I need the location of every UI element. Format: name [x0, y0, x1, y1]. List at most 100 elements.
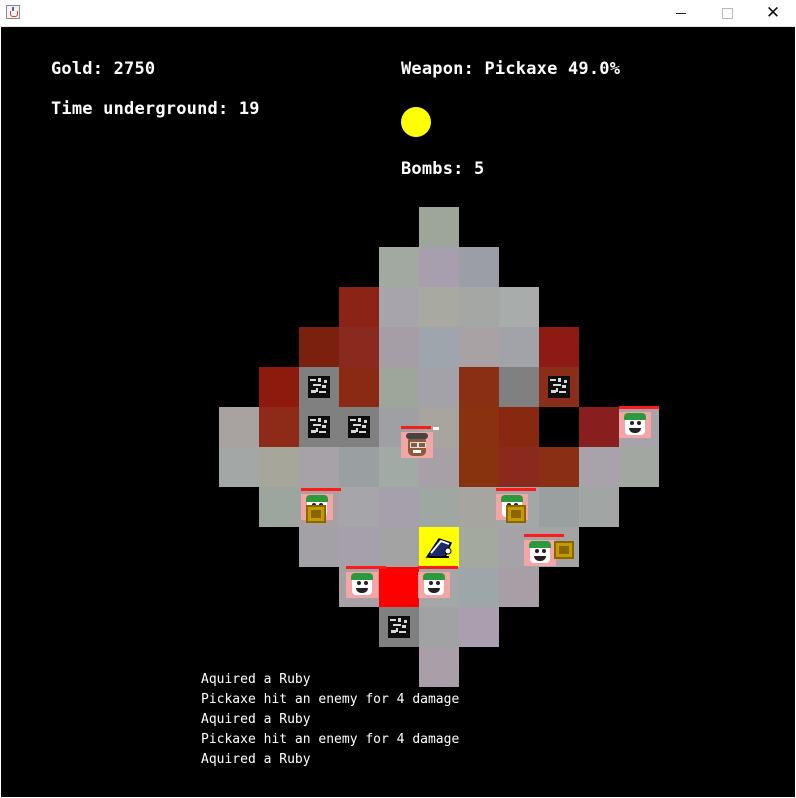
sun-icon — [401, 107, 431, 137]
window-titlebar: ✕ — [0, 0, 796, 27]
map-tile — [259, 407, 299, 447]
enemy-hair — [351, 573, 373, 580]
map-tile — [339, 487, 379, 527]
map-tile — [339, 287, 379, 327]
map-tile — [299, 327, 339, 367]
map-tile — [419, 207, 459, 247]
map-tile — [219, 447, 259, 487]
enemy-hair — [306, 495, 328, 502]
map-tile — [379, 487, 419, 527]
enemy-eye — [637, 421, 641, 425]
chest-lid — [311, 510, 321, 518]
map-tile — [499, 367, 539, 407]
map-tile — [539, 407, 579, 447]
map-tile — [219, 407, 259, 447]
time-underground-counter: Time underground: 19 — [51, 99, 260, 119]
enemy-health-bar — [524, 534, 564, 537]
treasure-chest-icon[interactable] — [554, 541, 574, 559]
map-tile — [419, 327, 459, 367]
enemy-eye — [429, 581, 433, 585]
merchant-health-bar — [401, 426, 431, 429]
game-canvas[interactable]: Gold: 2750 Time underground: 19 Weapon: … — [1, 27, 795, 797]
merchant-health-bar-empty — [433, 427, 439, 430]
chest-lid — [559, 546, 569, 554]
map-tile — [499, 447, 539, 487]
enemy-health-bar — [346, 566, 386, 569]
map-tile — [259, 367, 299, 407]
gold-counter: Gold: 2750 — [51, 59, 156, 79]
merchant-icon[interactable] — [401, 426, 439, 458]
treasure-chest-icon[interactable] — [506, 505, 526, 523]
map-tile — [459, 447, 499, 487]
enemy-eye — [630, 421, 634, 425]
close-button[interactable]: ✕ — [750, 0, 796, 26]
map-tile — [579, 487, 619, 527]
map-tile — [379, 247, 419, 287]
enemy-eye — [535, 549, 539, 553]
map-tile — [419, 607, 459, 647]
java-icon — [6, 5, 20, 19]
map-tile — [299, 447, 339, 487]
map-tile — [499, 407, 539, 447]
minimize-button[interactable] — [658, 0, 704, 26]
rock-icon — [348, 416, 370, 438]
merchant-mouth — [413, 450, 421, 453]
map-tile — [539, 487, 579, 527]
weapon-status: Weapon: Pickaxe 49.0% — [401, 59, 621, 79]
map-tile — [379, 367, 419, 407]
map-tile — [499, 567, 539, 607]
map-tile — [379, 527, 419, 567]
map-tile — [419, 367, 459, 407]
map-tile — [299, 527, 339, 567]
map-tile — [459, 367, 499, 407]
chest-lid — [511, 510, 521, 518]
map-tile — [459, 607, 499, 647]
maximize-button[interactable] — [704, 0, 750, 26]
merchant-hat — [406, 433, 428, 439]
map-tile — [619, 447, 659, 487]
map-tile — [459, 567, 499, 607]
map-tile — [379, 327, 419, 367]
enemy-eye — [357, 581, 361, 585]
map-tile — [339, 327, 379, 367]
map-tile — [459, 287, 499, 327]
map-tile — [259, 447, 299, 487]
map-tile — [339, 527, 379, 567]
map-tile — [579, 447, 619, 487]
enemy-health-bar — [301, 488, 341, 491]
map-tile — [459, 327, 499, 367]
map-tile — [419, 287, 459, 327]
merchant-glasses — [418, 442, 426, 448]
enemy-icon[interactable] — [619, 406, 659, 438]
player-miner-icon[interactable] — [419, 527, 459, 567]
bombs-counter: Bombs: 5 — [401, 159, 485, 179]
map-tile — [339, 447, 379, 487]
log-line: Pickaxe hit an enemy for 4 damage — [201, 732, 460, 747]
log-line: Pickaxe hit an enemy for 4 damage — [201, 692, 460, 707]
enemy-hair — [624, 413, 646, 420]
enemy-icon[interactable] — [418, 566, 458, 598]
rock-icon — [548, 376, 570, 398]
map-tile — [339, 367, 379, 407]
enemy-hair — [529, 541, 551, 548]
map-tile — [459, 247, 499, 287]
enemy-hair — [423, 573, 445, 580]
map-tile — [459, 407, 499, 447]
map-tile — [379, 287, 419, 327]
map-tile — [419, 247, 459, 287]
enemy-health-bar — [619, 406, 659, 409]
rock-icon — [308, 376, 330, 398]
treasure-chest-icon[interactable] — [306, 505, 326, 523]
map-tile — [539, 447, 579, 487]
enemy-icon[interactable] — [524, 534, 564, 566]
enemy-hair — [501, 495, 523, 502]
map-tile — [259, 487, 299, 527]
rock-icon — [388, 616, 410, 638]
enemy-icon[interactable] — [346, 566, 386, 598]
map-tile — [379, 567, 419, 607]
rock-icon — [308, 416, 330, 438]
log-line: Aquired a Ruby — [201, 712, 311, 727]
map-tile — [539, 327, 579, 367]
miner-helmet-svg — [425, 538, 453, 558]
log-line: Aquired a Ruby — [201, 752, 311, 767]
